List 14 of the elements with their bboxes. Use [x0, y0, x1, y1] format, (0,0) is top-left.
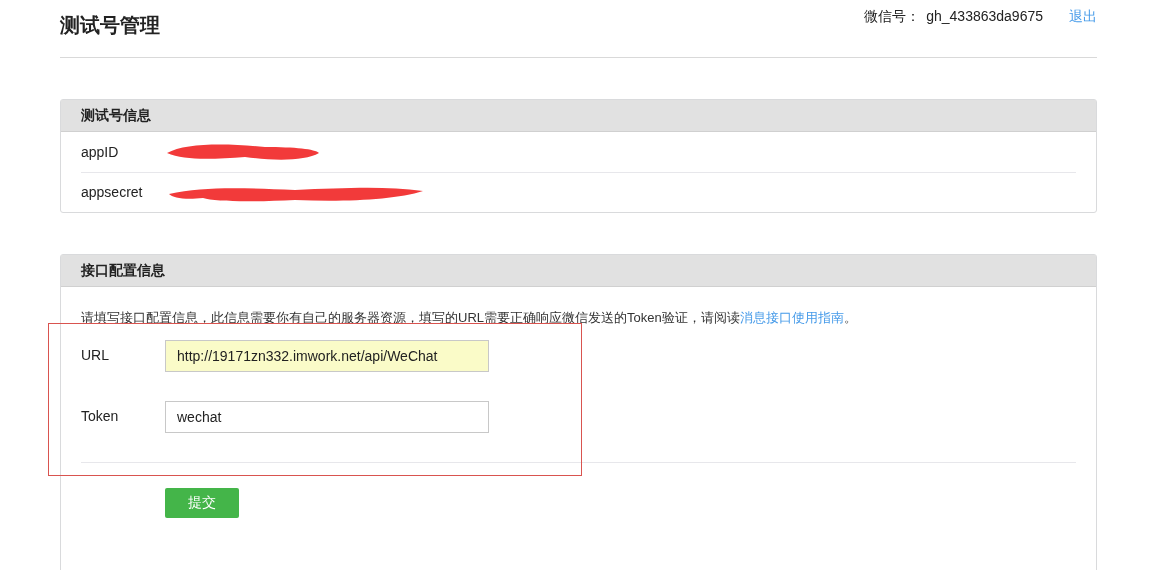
field-label: appID: [81, 142, 120, 162]
account-id: gh_433863da9675: [926, 7, 1043, 26]
field-label: Token: [81, 406, 120, 426]
page-title: 测试号管理: [60, 13, 160, 38]
panel-title: 接口配置信息: [81, 261, 165, 280]
field-label: appsecret: [81, 183, 144, 202]
input-field[interactable]: wechat: [165, 400, 489, 433]
submit-button[interactable]: 提交: [165, 487, 239, 518]
panel-title: 测试号信息: [81, 106, 151, 125]
logout-link[interactable]: 退出: [1069, 6, 1097, 27]
input-field[interactable]: http://19171zn332.imwork.net/api/WeChat: [165, 339, 489, 372]
field-label: URL: [81, 345, 110, 365]
guide-link[interactable]: 消息接口使用指南: [739, 310, 844, 325]
account-label: 微信号：: [864, 7, 921, 26]
